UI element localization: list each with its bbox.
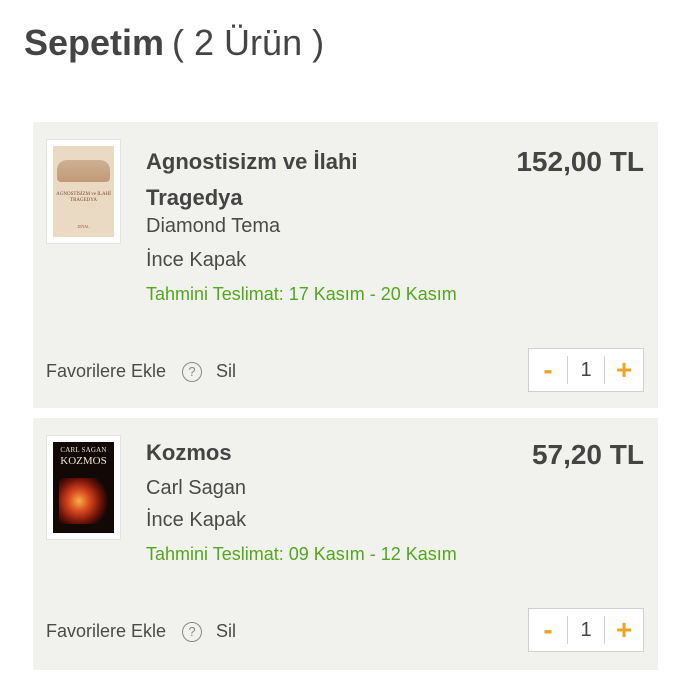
decrease-quantity-button[interactable]: - (529, 349, 567, 391)
cart-title: Sepetim (24, 22, 165, 63)
delete-link[interactable]: Sil (216, 621, 236, 642)
delete-link[interactable]: Sil (216, 361, 236, 382)
delivery-estimate: Tahmini Teslimat: 17 Kasım - 20 Kasım (146, 284, 457, 304)
cover-brand: DİYAL (77, 224, 90, 229)
product-title[interactable]: Agnostisizm ve İlahi Tragedya (146, 144, 416, 216)
cart-item-card: CARL SAGAN KOZMOS Kozmos Carl Sagan İnce… (33, 418, 658, 670)
add-to-favorites-link[interactable]: Favorilere Ekle (46, 621, 166, 642)
cover-artwork (57, 160, 110, 182)
help-icon[interactable]: ? (182, 621, 203, 642)
cover-artwork (59, 478, 109, 524)
decrease-quantity-button[interactable]: - (529, 609, 567, 651)
product-binding: İnce Kapak (146, 249, 247, 271)
item-actions: Favorilere Ekle ? Sil (46, 621, 236, 642)
quantity-stepper: - 1 + (528, 348, 644, 392)
page-title: Sepetim( 2 Ürün ) (24, 22, 324, 64)
quantity-value[interactable]: 1 (567, 616, 605, 644)
cover-title: AGNOSTİSİZM ve İLAHİ TRAGEDYA (56, 192, 111, 203)
product-title[interactable]: Kozmos (146, 435, 416, 471)
product-price: 57,20 TL (531, 439, 644, 470)
quantity-stepper: - 1 + (528, 608, 644, 652)
product-binding: İnce Kapak (146, 509, 247, 531)
product-author: Carl Sagan (146, 477, 247, 499)
book-cover-image[interactable]: AGNOSTİSİZM ve İLAHİ TRAGEDYA DİYAL (46, 139, 121, 244)
product-price: 152,00 TL (516, 146, 644, 177)
quantity-value[interactable]: 1 (567, 356, 605, 384)
increase-quantity-button[interactable]: + (605, 349, 643, 391)
add-to-favorites-link[interactable]: Favorilere Ekle (46, 361, 166, 382)
cover-author: CARL SAGAN (60, 446, 107, 454)
delivery-estimate: Tahmini Teslimat: 09 Kasım - 12 Kasım (146, 544, 457, 564)
item-actions: Favorilere Ekle ? Sil (46, 361, 236, 382)
cover-title: KOZMOS (60, 455, 107, 467)
product-publisher: Diamond Tema (146, 215, 281, 237)
cart-item-count: ( 2 Ürün ) (172, 22, 325, 63)
book-cover-image[interactable]: CARL SAGAN KOZMOS (46, 435, 121, 540)
cart-item-card: AGNOSTİSİZM ve İLAHİ TRAGEDYA DİYAL Agno… (33, 122, 658, 408)
increase-quantity-button[interactable]: + (605, 609, 643, 651)
help-icon[interactable]: ? (182, 361, 203, 382)
